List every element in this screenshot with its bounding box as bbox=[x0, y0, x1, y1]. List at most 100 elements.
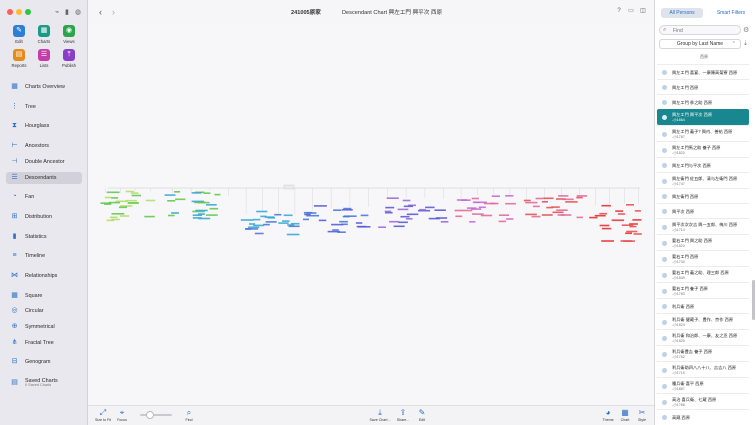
close-window-button[interactable] bbox=[7, 9, 13, 15]
person-list-item[interactable]: 利兵衛 和治郎、一康、友之丞 西原 -小1825 bbox=[657, 329, 749, 345]
person-lifespan: -小1715 bbox=[672, 371, 685, 375]
people-icon[interactable]: ◍ bbox=[75, 8, 81, 16]
bookmark-icon[interactable]: ▮ bbox=[65, 8, 69, 16]
find-button[interactable]: ⌕ Find bbox=[176, 408, 202, 422]
sidebar-toggle-icon[interactable]: ◫ bbox=[639, 8, 647, 15]
person-box bbox=[337, 231, 346, 233]
person-list-item[interactable]: 高治 喜兵衛、七蔵 西原 -小1786 bbox=[657, 393, 749, 409]
person-box bbox=[168, 214, 175, 217]
person-list-item[interactable]: 興左エ門 季之助 西原 bbox=[657, 94, 749, 109]
person-avatar-icon bbox=[662, 178, 667, 184]
person-list-item[interactable]: 興左エ門与平次 西原 bbox=[657, 157, 749, 172]
person-box bbox=[531, 215, 541, 218]
person-list-item[interactable]: 種兵衛 喜平 西原 -小1887 bbox=[657, 377, 749, 393]
tab-all-persons[interactable]: All Persons bbox=[661, 8, 703, 18]
person-box bbox=[576, 195, 588, 197]
sidebar-item-circular[interactable]: ◎ Circular bbox=[6, 305, 82, 317]
main-area: ‹ › 241005原家 Descendant Chart 興左エ門 興平次 西… bbox=[88, 0, 654, 425]
focus-button[interactable]: ⌖ Focus bbox=[109, 408, 135, 422]
person-box bbox=[397, 208, 409, 211]
person-name: 興左エ門 季之助 西原 bbox=[672, 100, 713, 105]
person-list-item[interactable]: 興平次 西原 bbox=[657, 203, 749, 218]
person-list-item[interactable]: 興平次次次吉 興一五郎、梅川 西原 -小1714 bbox=[657, 218, 749, 234]
edit-chart-button[interactable]: ✎ Edit bbox=[409, 408, 435, 422]
person-list-item[interactable]: 興左エ門 義子? 興内、善祐 西原 -小1787 bbox=[657, 125, 749, 141]
tool-charts-button[interactable]: ▦ Charts bbox=[33, 25, 55, 44]
minimize-window-button[interactable] bbox=[16, 9, 22, 15]
person-list-item[interactable]: 興左衛門 佐五郎、清与左衛門 西原 -小1747 bbox=[657, 172, 749, 188]
sort-icon[interactable]: ⇣ bbox=[743, 40, 748, 47]
sidebar-item-square[interactable]: ▦ Square bbox=[6, 290, 82, 302]
person-box bbox=[240, 219, 254, 221]
help-icon[interactable]: ? bbox=[615, 8, 623, 15]
person-name: 興左エ門 喜宴、一康陳高菊寮 西原 bbox=[672, 70, 738, 75]
tool-label: Reports bbox=[11, 63, 27, 68]
sidebar-item-relationships[interactable]: ⋈ Relationships bbox=[6, 270, 82, 282]
person-box bbox=[360, 214, 369, 217]
sidebar-item-tree[interactable]: ⋮ Tree bbox=[6, 101, 82, 113]
sidebar-item-double-ancestor[interactable]: ⊣ Double Ancestor bbox=[6, 156, 82, 168]
person-list-item[interactable]: 要右エ門 西原 -小1730 bbox=[657, 250, 749, 266]
tool-lists-button[interactable]: ☰ Lists bbox=[33, 49, 55, 68]
sidebar-item-distribution[interactable]: ⊞ Distribution bbox=[6, 211, 82, 223]
person-box bbox=[283, 214, 293, 217]
back-button[interactable]: ‹ bbox=[99, 7, 102, 17]
person-list-item[interactable]: 興左エ門馬之助 養子 西原 -小1820 bbox=[657, 141, 749, 157]
person-list-item[interactable]: 利兵衛 西原 bbox=[657, 298, 749, 313]
saved-charts-item[interactable]: ▤ Saved Charts 0 Saved Charts bbox=[6, 377, 82, 391]
sidebar-item-descendants[interactable]: ☰ Descendants bbox=[6, 172, 82, 184]
chart-canvas[interactable] bbox=[88, 25, 654, 405]
person-list-item[interactable]: 興左衛門 西原 bbox=[657, 188, 749, 203]
persons-list-scrollbar[interactable] bbox=[752, 280, 755, 320]
tool-reports-button[interactable]: ▤ Reports bbox=[8, 49, 30, 68]
zoom-slider-knob[interactable] bbox=[145, 411, 154, 419]
tool-views-button[interactable]: ◉ Views bbox=[58, 25, 80, 44]
person-box bbox=[626, 204, 634, 206]
person-list-item[interactable]: 利兵衛助四八八十八、吉吉八 西原 -小1715 bbox=[657, 361, 749, 377]
sidebar-item-timeline[interactable]: ≡ Timeline bbox=[6, 250, 82, 262]
group-section-header: 西原 bbox=[700, 54, 708, 59]
person-box bbox=[288, 225, 300, 228]
person-list-item[interactable]: 興左エ門 喜宴、一康陳高菊寮 西原 bbox=[657, 64, 749, 79]
sidebar-item-fractal-tree[interactable]: ⋔ Fractal Tree bbox=[6, 337, 82, 349]
sidebar-item-fan[interactable]: ◔ Fan bbox=[6, 191, 82, 203]
tool-label: Charts bbox=[37, 39, 51, 44]
descendant-chart bbox=[100, 184, 642, 242]
style-button[interactable]: ✂ Style bbox=[629, 408, 655, 422]
person-lifespan: -小1762 bbox=[672, 355, 685, 359]
zoom-slider[interactable] bbox=[140, 411, 172, 419]
person-list-item[interactable]: 要右エ門 興之助 西原 -小1823 bbox=[657, 234, 749, 250]
person-list-item[interactable]: 高蔵 西原 bbox=[657, 409, 749, 424]
person-list-item[interactable]: 利兵衛豊吉 養子 西原 -小1762 bbox=[657, 345, 749, 361]
group-by-select[interactable]: Group by Last Name ⌃ bbox=[659, 39, 741, 49]
gear-icon[interactable]: ⚙ bbox=[743, 26, 749, 34]
person-box bbox=[558, 195, 569, 197]
tab-smart-filters[interactable]: Smart Filters bbox=[711, 8, 751, 18]
find-field[interactable]: ⌕ bbox=[659, 25, 741, 35]
zoom-window-button[interactable] bbox=[25, 9, 31, 15]
person-box bbox=[506, 218, 514, 220]
sidebar-item-ancestors[interactable]: ⊢ Ancestors bbox=[6, 140, 82, 152]
person-name: 高蔵 西原 bbox=[672, 415, 690, 420]
sidebar-item-charts-overview[interactable]: ▦ Charts Overview bbox=[6, 81, 82, 93]
tool-edit-button[interactable]: ✎ Edit bbox=[8, 25, 30, 44]
sidebar-item-hourglass[interactable]: ⧗ Hourglass bbox=[6, 120, 82, 132]
person-avatar-icon bbox=[662, 131, 667, 137]
person-box bbox=[111, 213, 125, 215]
person-list-item[interactable]: 要右エ門 養子 西原 -小1783 bbox=[657, 282, 749, 298]
person-box bbox=[206, 204, 217, 206]
tool-publish-button[interactable]: ⤒ Publish bbox=[58, 49, 80, 68]
sidebar-item-statistics[interactable]: ▮ Statistics bbox=[6, 231, 82, 243]
sidebar-item-genogram[interactable]: ⊟ Genogram bbox=[6, 356, 82, 368]
attachment-icon[interactable]: ⌁ bbox=[55, 8, 59, 16]
symmetrical-icon: ⊕ bbox=[11, 323, 18, 330]
window-layout-icon[interactable]: ▭ bbox=[627, 8, 635, 15]
person-list-item[interactable]: 興左エ門 西原 bbox=[657, 79, 749, 94]
person-list-item[interactable]: 興左エ門 興平次 西原 -小1664 bbox=[657, 109, 749, 125]
person-list-item[interactable]: 要右エ門 義之助、理三郎 西原 -小1849 bbox=[657, 266, 749, 282]
find-input[interactable] bbox=[673, 27, 737, 34]
forward-button[interactable]: › bbox=[112, 7, 115, 17]
person-list-item[interactable]: 利兵衛 健蔵子、豊作、京作 西原 -小1824 bbox=[657, 313, 749, 329]
person-avatar-icon bbox=[662, 319, 667, 325]
sidebar-item-symmetrical[interactable]: ⊕ Symmetrical bbox=[6, 321, 82, 333]
